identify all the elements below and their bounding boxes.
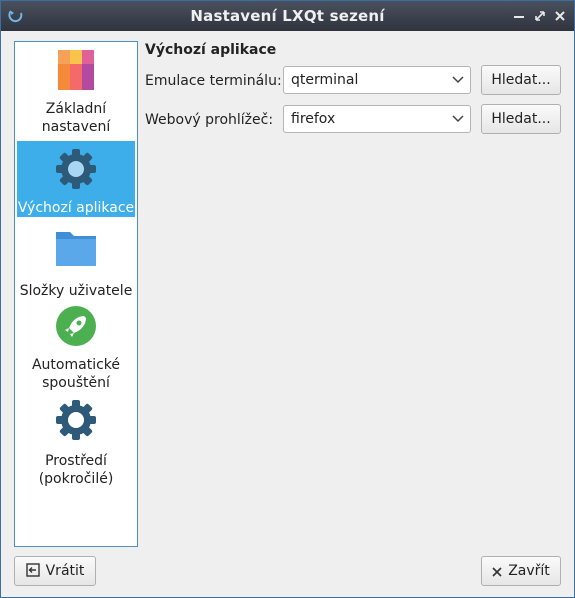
sidebar-item-label: spouštění	[42, 375, 110, 391]
browser-label: Webový prohlížeč:	[145, 112, 274, 128]
browser-browse-button[interactable]: Hledat...	[481, 104, 561, 134]
settings-window: Nastavení LXQt sezení Základní nastavení	[0, 0, 575, 598]
chevron-down-icon	[452, 115, 464, 123]
revert-icon	[25, 563, 40, 577]
title-bar[interactable]: Nastavení LXQt sezení	[1, 1, 574, 31]
close-label: Zavřít	[508, 563, 550, 579]
gear-icon	[56, 149, 96, 189]
terminal-label: Emulace terminálu:	[145, 73, 282, 89]
sidebar-item-label: Složky uživatele	[19, 283, 133, 299]
sidebar-item-basic-settings[interactable]: Základní nastavení	[17, 48, 135, 136]
gear-icon	[56, 400, 96, 440]
rocket-icon	[56, 306, 96, 346]
close-button[interactable]: Zavřít	[481, 556, 561, 586]
terminal-combobox[interactable]: qterminal	[283, 66, 471, 94]
section-heading: Výchozí aplikace	[145, 42, 277, 58]
sidebar-item-autostart[interactable]: Automatické spouštění	[17, 304, 135, 392]
sidebar-item-label: Prostředí	[45, 453, 107, 469]
sidebar-item-label: Základní	[45, 101, 107, 117]
terminal-browse-button[interactable]: Hledat...	[481, 65, 561, 95]
sidebar-item-default-apps[interactable]: Výchozí aplikace	[17, 141, 135, 217]
terminal-value: qterminal	[291, 72, 359, 88]
sidebar-item-label: nastavení	[41, 119, 111, 135]
sidebar-item-environment[interactable]: Prostředí (pokročilé)	[17, 398, 135, 488]
close-icon[interactable]	[553, 9, 567, 23]
folder-icon	[56, 232, 96, 266]
reset-button[interactable]: Vrátit	[14, 556, 96, 586]
minimize-icon[interactable]	[512, 9, 526, 23]
reset-label: Vrátit	[45, 563, 85, 579]
sidebar-item-label: Výchozí aplikace	[17, 200, 135, 216]
maximize-icon[interactable]	[533, 9, 547, 23]
preferences-desktop-icon	[58, 50, 94, 90]
category-list[interactable]: Základní nastavení Výchozí aplikace Slož…	[14, 41, 138, 547]
chevron-down-icon	[452, 76, 464, 84]
window-title: Nastavení LXQt sezení	[190, 7, 385, 25]
sidebar-item-label: Automatické	[31, 357, 121, 373]
close-icon	[492, 567, 502, 577]
sidebar-item-label: (pokročilé)	[38, 471, 114, 487]
browser-combobox[interactable]: firefox	[283, 105, 471, 133]
sidebar-item-user-folders[interactable]: Složky uživatele	[17, 226, 135, 299]
browser-value: firefox	[291, 111, 336, 127]
